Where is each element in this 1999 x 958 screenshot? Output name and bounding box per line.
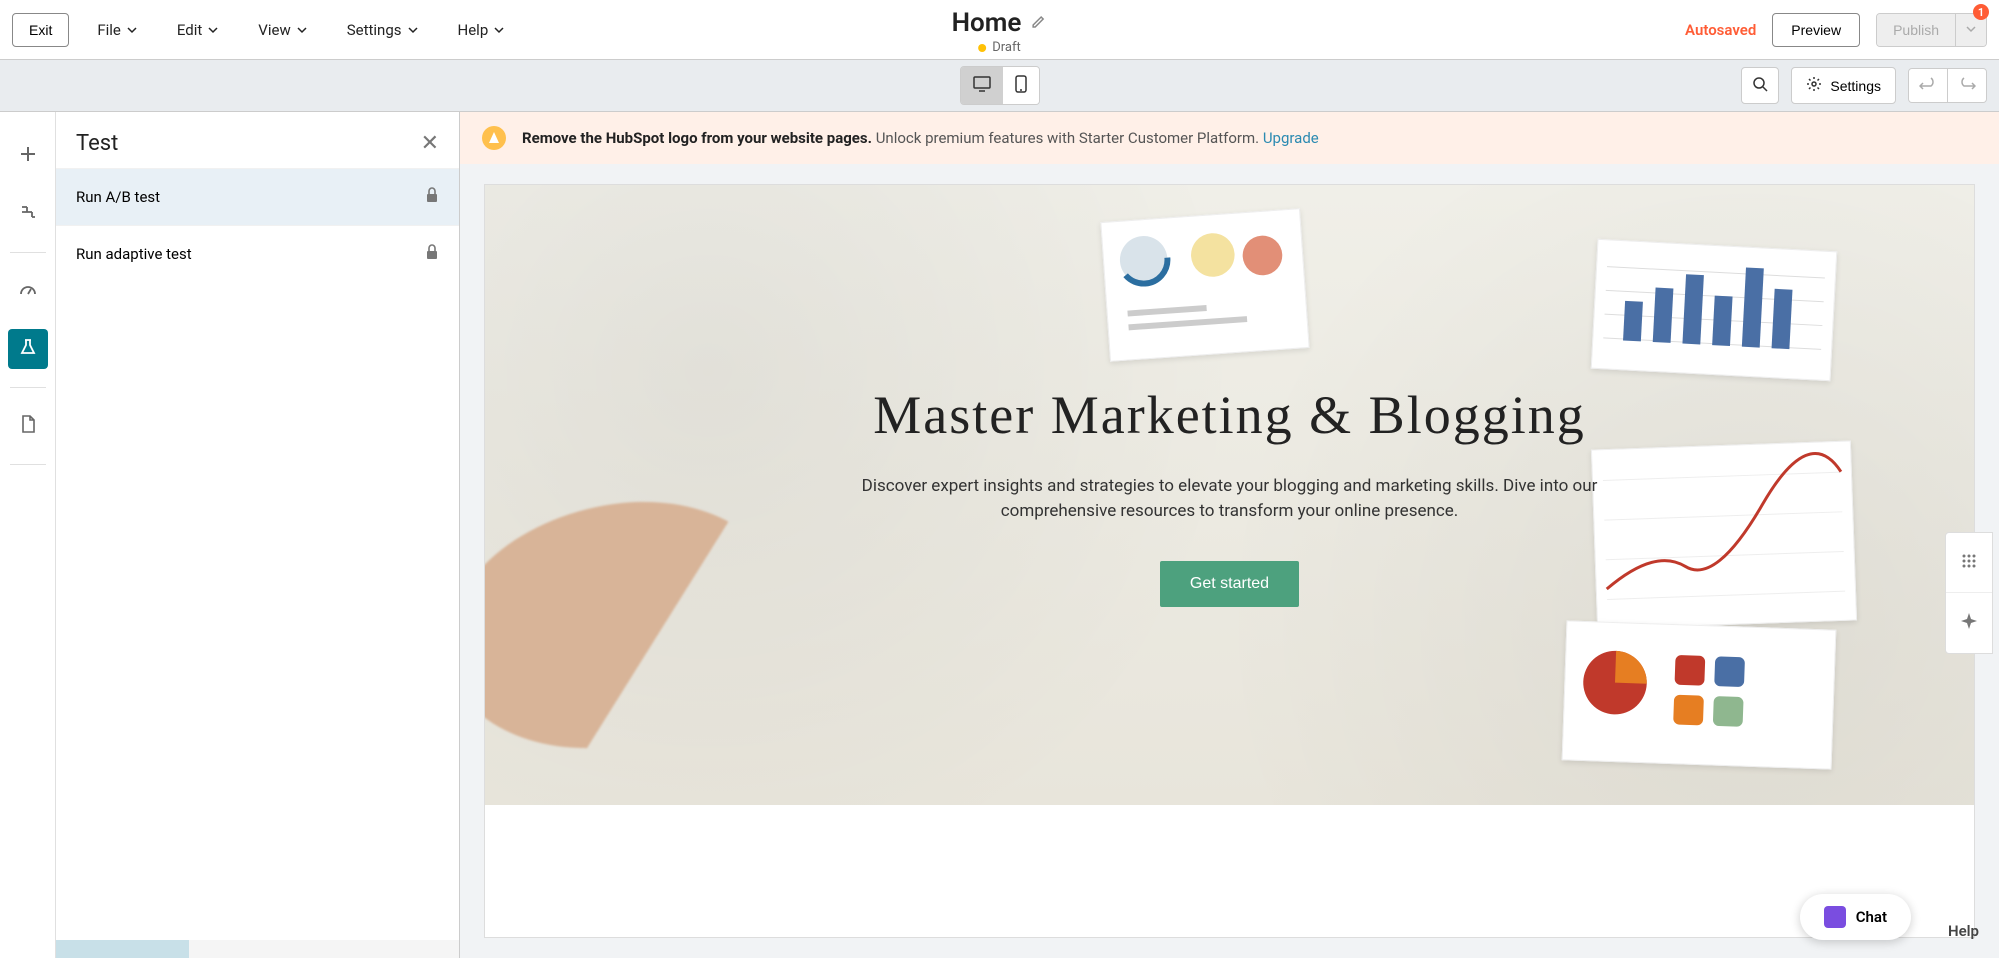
device-toolbar: Settings xyxy=(0,60,1999,112)
banner-upgrade-link[interactable]: Upgrade xyxy=(1263,129,1319,147)
menu-edit[interactable]: Edit xyxy=(177,21,218,39)
float-handle-ai[interactable] xyxy=(1946,593,1992,653)
status-label: Draft xyxy=(992,40,1021,55)
hero-background-paper xyxy=(1100,208,1309,362)
publish-group: Publish xyxy=(1876,13,1987,47)
status-dot-icon xyxy=(978,44,986,52)
banner-text: Unlock premium features with Starter Cus… xyxy=(876,129,1259,147)
menu-bar: File Edit View Settings Help xyxy=(97,21,504,39)
undo-icon xyxy=(1919,79,1937,94)
main-layout: Test ✕ Run A/B test Run adaptive test Re… xyxy=(0,112,1999,958)
chevron-down-icon xyxy=(127,21,137,39)
autosaved-indicator: Autosaved xyxy=(1685,21,1756,39)
gauge-icon xyxy=(19,280,37,302)
desktop-device-button[interactable] xyxy=(961,67,1003,104)
test-panel: Test ✕ Run A/B test Run adaptive test xyxy=(56,112,460,958)
chat-label: Chat xyxy=(1856,908,1887,926)
grid-icon xyxy=(1960,552,1978,574)
test-option-ab[interactable]: Run A/B test xyxy=(56,168,459,225)
chevron-down-icon xyxy=(494,21,504,39)
top-toolbar: Exit File Edit View Settings Help Home xyxy=(0,0,1999,60)
hero-background-paper xyxy=(1562,620,1837,769)
settings-button[interactable]: Settings xyxy=(1791,67,1896,104)
rail-divider xyxy=(10,387,46,388)
menu-view-label: View xyxy=(258,21,290,39)
page-title-block: Home Draft xyxy=(952,8,1048,55)
gear-icon xyxy=(1806,76,1822,95)
menu-file[interactable]: File xyxy=(97,21,137,39)
flask-icon xyxy=(19,338,37,360)
test-option-label: Run A/B test xyxy=(76,188,160,206)
menu-help[interactable]: Help xyxy=(458,21,505,39)
page-preview: Master Marketing & Blogging Discover exp… xyxy=(484,184,1975,938)
close-panel-button[interactable]: ✕ xyxy=(421,130,439,156)
redo-button[interactable] xyxy=(1947,69,1986,102)
settings-label: Settings xyxy=(1830,78,1881,94)
redo-icon xyxy=(1958,79,1976,94)
test-option-label: Run adaptive test xyxy=(76,245,192,263)
notification-badge[interactable]: 1 xyxy=(1973,4,1989,20)
search-button[interactable] xyxy=(1741,67,1779,104)
chat-icon xyxy=(1824,906,1846,928)
hero-subtitle: Discover expert insights and strategies … xyxy=(850,474,1610,525)
menu-view[interactable]: View xyxy=(258,21,306,39)
panel-bottom-scrollbar[interactable] xyxy=(56,940,459,958)
rail-file[interactable] xyxy=(8,406,48,446)
help-widget[interactable]: Help xyxy=(1948,922,1979,940)
chat-widget[interactable]: Chat xyxy=(1800,894,1911,940)
hero-title: Master Marketing & Blogging xyxy=(850,384,1610,446)
menu-edit-label: Edit xyxy=(177,21,202,39)
upgrade-banner: Remove the HubSpot logo from your websit… xyxy=(460,112,1999,164)
warning-icon xyxy=(482,126,506,150)
exit-button[interactable]: Exit xyxy=(12,13,69,47)
rail-divider xyxy=(10,252,46,253)
menu-settings[interactable]: Settings xyxy=(347,21,418,39)
publish-button[interactable]: Publish xyxy=(1877,14,1955,46)
rail-contents[interactable] xyxy=(8,194,48,234)
hero-background-paper xyxy=(1591,441,1857,630)
lock-icon xyxy=(425,244,439,264)
menu-settings-label: Settings xyxy=(347,21,402,39)
file-icon xyxy=(20,415,36,437)
mobile-icon xyxy=(1015,75,1027,96)
page-title: Home xyxy=(952,8,1022,38)
hero-section: Master Marketing & Blogging Discover exp… xyxy=(485,185,1974,805)
plus-icon xyxy=(19,145,37,167)
search-icon xyxy=(1752,76,1768,95)
menu-file-label: File xyxy=(97,21,121,39)
left-rail xyxy=(0,112,56,958)
close-icon: ✕ xyxy=(421,130,439,155)
rail-test[interactable] xyxy=(8,329,48,369)
pencil-icon[interactable] xyxy=(1031,13,1047,33)
toolbar-right-tools: Settings xyxy=(1741,67,1987,104)
hero-background-paper xyxy=(1591,239,1837,381)
float-handle-grid[interactable] xyxy=(1946,533,1992,593)
toolbar-right-actions: Autosaved Preview Publish xyxy=(1685,13,1987,47)
rail-add[interactable] xyxy=(8,136,48,176)
lock-icon xyxy=(425,187,439,207)
hero-cta-button[interactable]: Get started xyxy=(1160,561,1299,607)
rail-divider xyxy=(10,464,46,465)
tree-icon xyxy=(19,203,37,225)
float-handle-group xyxy=(1945,532,1993,654)
chevron-down-icon xyxy=(297,21,307,39)
device-toggle-group xyxy=(960,66,1040,105)
banner-bold-text: Remove the HubSpot logo from your websit… xyxy=(522,129,872,147)
panel-title: Test xyxy=(76,131,118,156)
preview-button[interactable]: Preview xyxy=(1772,13,1860,47)
chevron-down-icon xyxy=(208,21,218,39)
scrollbar-thumb[interactable] xyxy=(56,940,189,958)
chevron-down-icon xyxy=(1966,22,1976,37)
undo-redo-group xyxy=(1908,68,1987,103)
desktop-icon xyxy=(973,76,991,95)
sparkle-icon xyxy=(1959,611,1979,635)
test-option-adaptive[interactable]: Run adaptive test xyxy=(56,225,459,282)
content-area: Remove the HubSpot logo from your websit… xyxy=(460,112,1999,958)
menu-help-label: Help xyxy=(458,21,489,39)
mobile-device-button[interactable] xyxy=(1003,67,1039,104)
rail-optimize[interactable] xyxy=(8,271,48,311)
undo-button[interactable] xyxy=(1909,69,1947,102)
chevron-down-icon xyxy=(408,21,418,39)
